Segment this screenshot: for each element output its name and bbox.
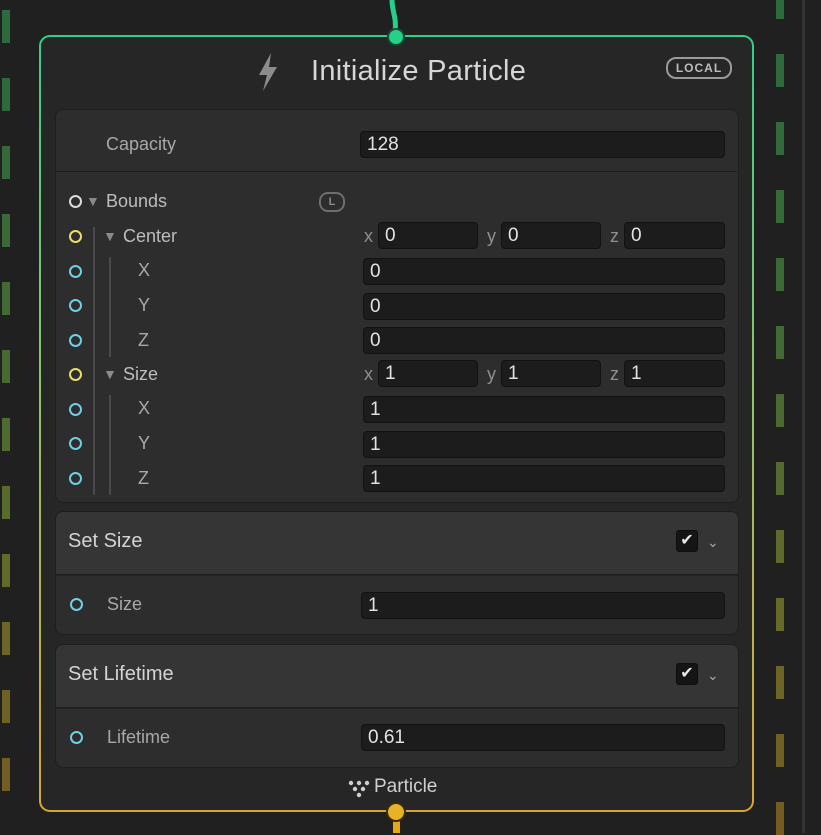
tree-guide-size	[109, 395, 111, 495]
set-size-block-body: Size 1	[55, 575, 739, 635]
tree-guide	[93, 227, 95, 495]
set-size-field[interactable]: 1	[361, 592, 725, 619]
center-x-field[interactable]: 0	[378, 222, 478, 249]
tree-guide-center	[109, 257, 111, 357]
size-y-row-field[interactable]: 1	[363, 431, 725, 458]
flow-output-port[interactable]	[386, 802, 406, 822]
set-lifetime-block-body: Lifetime 0.61	[55, 708, 739, 768]
size-z-label: Z	[138, 468, 149, 488]
size-x-field[interactable]: 1	[378, 360, 478, 387]
size-z-field[interactable]: 1	[624, 360, 725, 387]
center-z-port[interactable]	[69, 334, 82, 347]
set-size-field-label: Size	[107, 594, 143, 614]
background-edge-left	[0, 0, 12, 833]
size-z-port[interactable]	[69, 472, 82, 485]
size-y-axis-label: y	[487, 364, 496, 384]
center-z-row-field[interactable]: 0	[363, 327, 725, 354]
particle-icon	[347, 779, 371, 804]
center-y-port[interactable]	[69, 299, 82, 312]
set-lifetime-block-header[interactable]: Set Lifetime ✔ ⌄	[55, 644, 739, 708]
center-x-row-field[interactable]: 0	[363, 258, 725, 285]
node-title: Initialize Particle	[311, 55, 527, 87]
bounds-label: Bounds	[106, 191, 168, 211]
center-y-row-field[interactable]: 0	[363, 293, 725, 320]
size-expand-toggle[interactable]: ▼	[103, 366, 117, 382]
set-lifetime-port[interactable]	[70, 731, 83, 744]
bounds-port[interactable]	[69, 195, 82, 208]
center-port[interactable]	[69, 230, 82, 243]
center-z-label: Z	[138, 330, 149, 350]
size-port[interactable]	[69, 368, 82, 381]
center-y-label: Y	[138, 295, 151, 315]
bounds-space-badge[interactable]: L	[319, 192, 345, 212]
lightning-icon	[253, 51, 283, 98]
size-z-row-field[interactable]: 1	[363, 465, 725, 492]
set-lifetime-field[interactable]: 0.61	[361, 724, 725, 751]
size-x-port[interactable]	[69, 403, 82, 416]
output-label: Particle	[374, 776, 438, 797]
center-x-axis-label: x	[364, 226, 373, 246]
center-y-axis-label: y	[487, 226, 496, 246]
panel-separator	[55, 171, 737, 172]
capacity-field[interactable]: 128	[360, 131, 725, 158]
center-expand-toggle[interactable]: ▼	[103, 228, 117, 244]
center-y-field[interactable]: 0	[501, 222, 601, 249]
chevron-down-icon[interactable]: ⌄	[707, 667, 719, 684]
set-size-port[interactable]	[70, 598, 83, 611]
capacity-label: Capacity	[106, 134, 177, 154]
size-y-field[interactable]: 1	[501, 360, 601, 387]
set-size-title: Set Size	[68, 530, 143, 552]
space-toggle-badge[interactable]: LOCAL	[666, 57, 732, 79]
initialize-particle-node[interactable]: Initialize Particle LOCAL Capacity 128 ▼…	[39, 35, 754, 812]
size-z-axis-label: z	[610, 364, 619, 384]
center-z-field[interactable]: 0	[624, 222, 725, 249]
chevron-down-icon[interactable]: ⌄	[707, 534, 719, 551]
set-lifetime-title: Set Lifetime	[68, 663, 174, 685]
checkmark-icon[interactable]: ✔	[676, 663, 698, 685]
flow-input-port[interactable]	[387, 28, 405, 46]
center-label: Center	[123, 226, 178, 246]
size-y-label: Y	[138, 433, 151, 453]
size-x-axis-label: x	[364, 364, 373, 384]
set-size-block-header[interactable]: Set Size ✔ ⌄	[55, 511, 739, 575]
background-divider	[802, 0, 805, 833]
center-x-label: X	[138, 260, 151, 280]
size-x-label: X	[138, 398, 151, 418]
center-z-axis-label: z	[610, 226, 619, 246]
set-lifetime-field-label: Lifetime	[107, 727, 171, 747]
background-edge-right	[770, 0, 790, 835]
size-x-row-field[interactable]: 1	[363, 396, 725, 423]
center-x-port[interactable]	[69, 265, 82, 278]
size-label: Size	[123, 364, 159, 384]
size-y-port[interactable]	[69, 437, 82, 450]
bounds-expand-toggle[interactable]: ▼	[86, 193, 100, 209]
checkmark-icon[interactable]: ✔	[676, 530, 698, 552]
